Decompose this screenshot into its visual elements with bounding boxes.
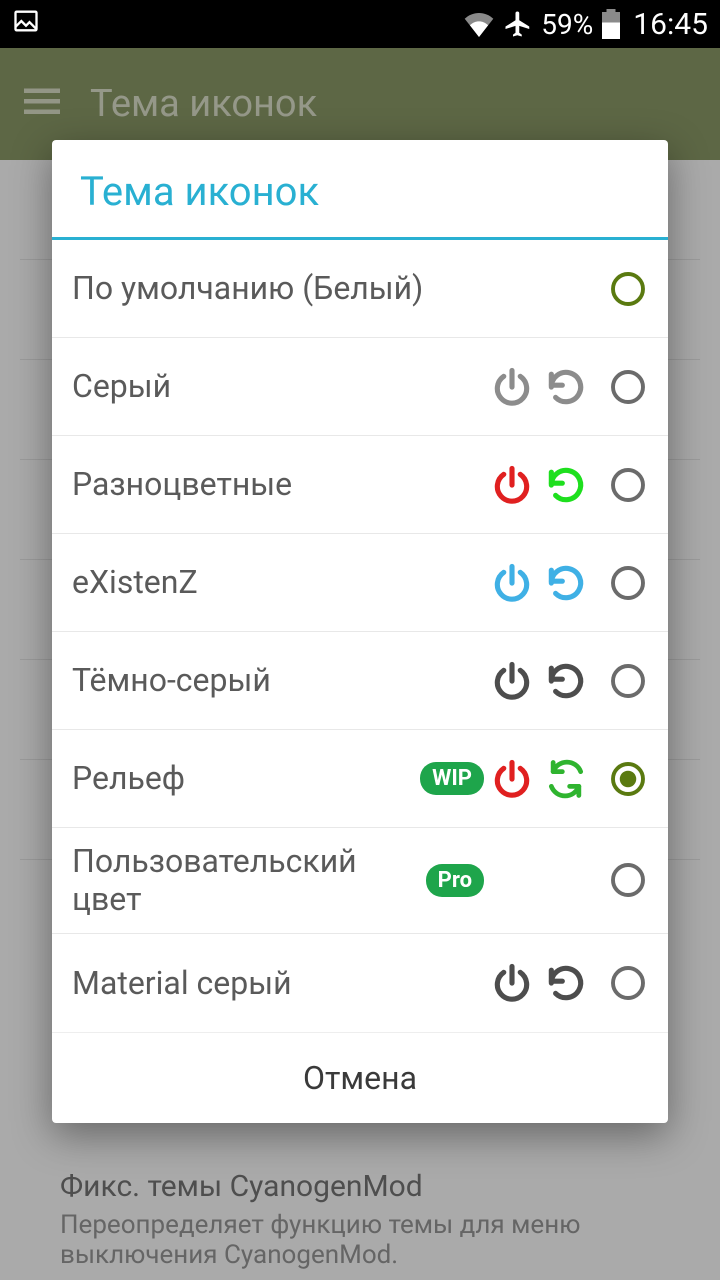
rotate-icon [544, 961, 588, 1005]
power-icon [490, 267, 534, 311]
cancel-button[interactable]: Отмена [52, 1032, 668, 1123]
theme-label: Пользовательский цвет [72, 828, 422, 933]
rotate-icon [544, 858, 588, 902]
power-icon [490, 365, 534, 409]
theme-option[interactable]: Тёмно-серый [52, 632, 668, 730]
radio-button[interactable] [608, 963, 648, 1003]
theme-option[interactable]: Разноцветные [52, 436, 668, 534]
theme-preview-icons [490, 365, 588, 409]
battery-percent: 59% [541, 8, 593, 41]
rotate-icon [544, 659, 588, 703]
theme-option[interactable]: eXistenZ [52, 534, 668, 632]
radio-button[interactable] [608, 661, 648, 701]
radio-button[interactable] [608, 269, 648, 309]
theme-label: Рельеф [72, 745, 416, 811]
badge: Pro [426, 864, 484, 897]
status-bar: 59% 16:45 [0, 0, 720, 48]
power-icon [490, 463, 534, 507]
rotate-icon [544, 561, 588, 605]
theme-option[interactable]: РельефWIP [52, 730, 668, 828]
theme-preview-icons [490, 961, 588, 1005]
power-icon [490, 961, 534, 1005]
theme-list: По умолчанию (Белый) Серый Разноцветные eXi… [52, 240, 668, 1032]
radio-button[interactable] [608, 759, 648, 799]
theme-preview-icons [490, 463, 588, 507]
theme-preview-icons [490, 267, 588, 311]
sync-icon [544, 757, 588, 801]
airplane-icon [503, 9, 533, 39]
theme-preview-icons [490, 757, 588, 801]
power-icon [490, 858, 534, 902]
icon-theme-dialog: Тема иконок По умолчанию (Белый) Серый Раз… [52, 140, 668, 1123]
theme-label: Разноцветные [72, 451, 484, 517]
wifi-icon [463, 11, 495, 37]
theme-label: eXistenZ [72, 549, 484, 615]
theme-option[interactable]: Material серый [52, 934, 668, 1032]
theme-label: Серый [72, 353, 484, 419]
theme-preview-icons [490, 858, 588, 902]
dialog-title: Тема иконок [52, 140, 668, 240]
theme-preview-icons [490, 659, 588, 703]
power-icon [490, 757, 534, 801]
picture-icon [12, 7, 40, 42]
theme-option[interactable]: Серый [52, 338, 668, 436]
power-icon [490, 659, 534, 703]
radio-button[interactable] [608, 563, 648, 603]
theme-label: Material серый [72, 950, 484, 1016]
rotate-icon [544, 463, 588, 507]
badge: WIP [420, 762, 484, 795]
theme-label: Тёмно-серый [72, 647, 484, 713]
theme-option[interactable]: По умолчанию (Белый) [52, 240, 668, 338]
rotate-icon [544, 267, 588, 311]
power-icon [490, 561, 534, 605]
clock: 16:45 [633, 7, 708, 42]
rotate-icon [544, 365, 588, 409]
radio-button[interactable] [608, 367, 648, 407]
theme-option[interactable]: Пользовательский цветPro [52, 828, 668, 934]
theme-label: По умолчанию (Белый) [72, 255, 484, 321]
battery-icon [601, 9, 621, 39]
theme-preview-icons [490, 561, 588, 605]
radio-button[interactable] [608, 860, 648, 900]
radio-button[interactable] [608, 465, 648, 505]
